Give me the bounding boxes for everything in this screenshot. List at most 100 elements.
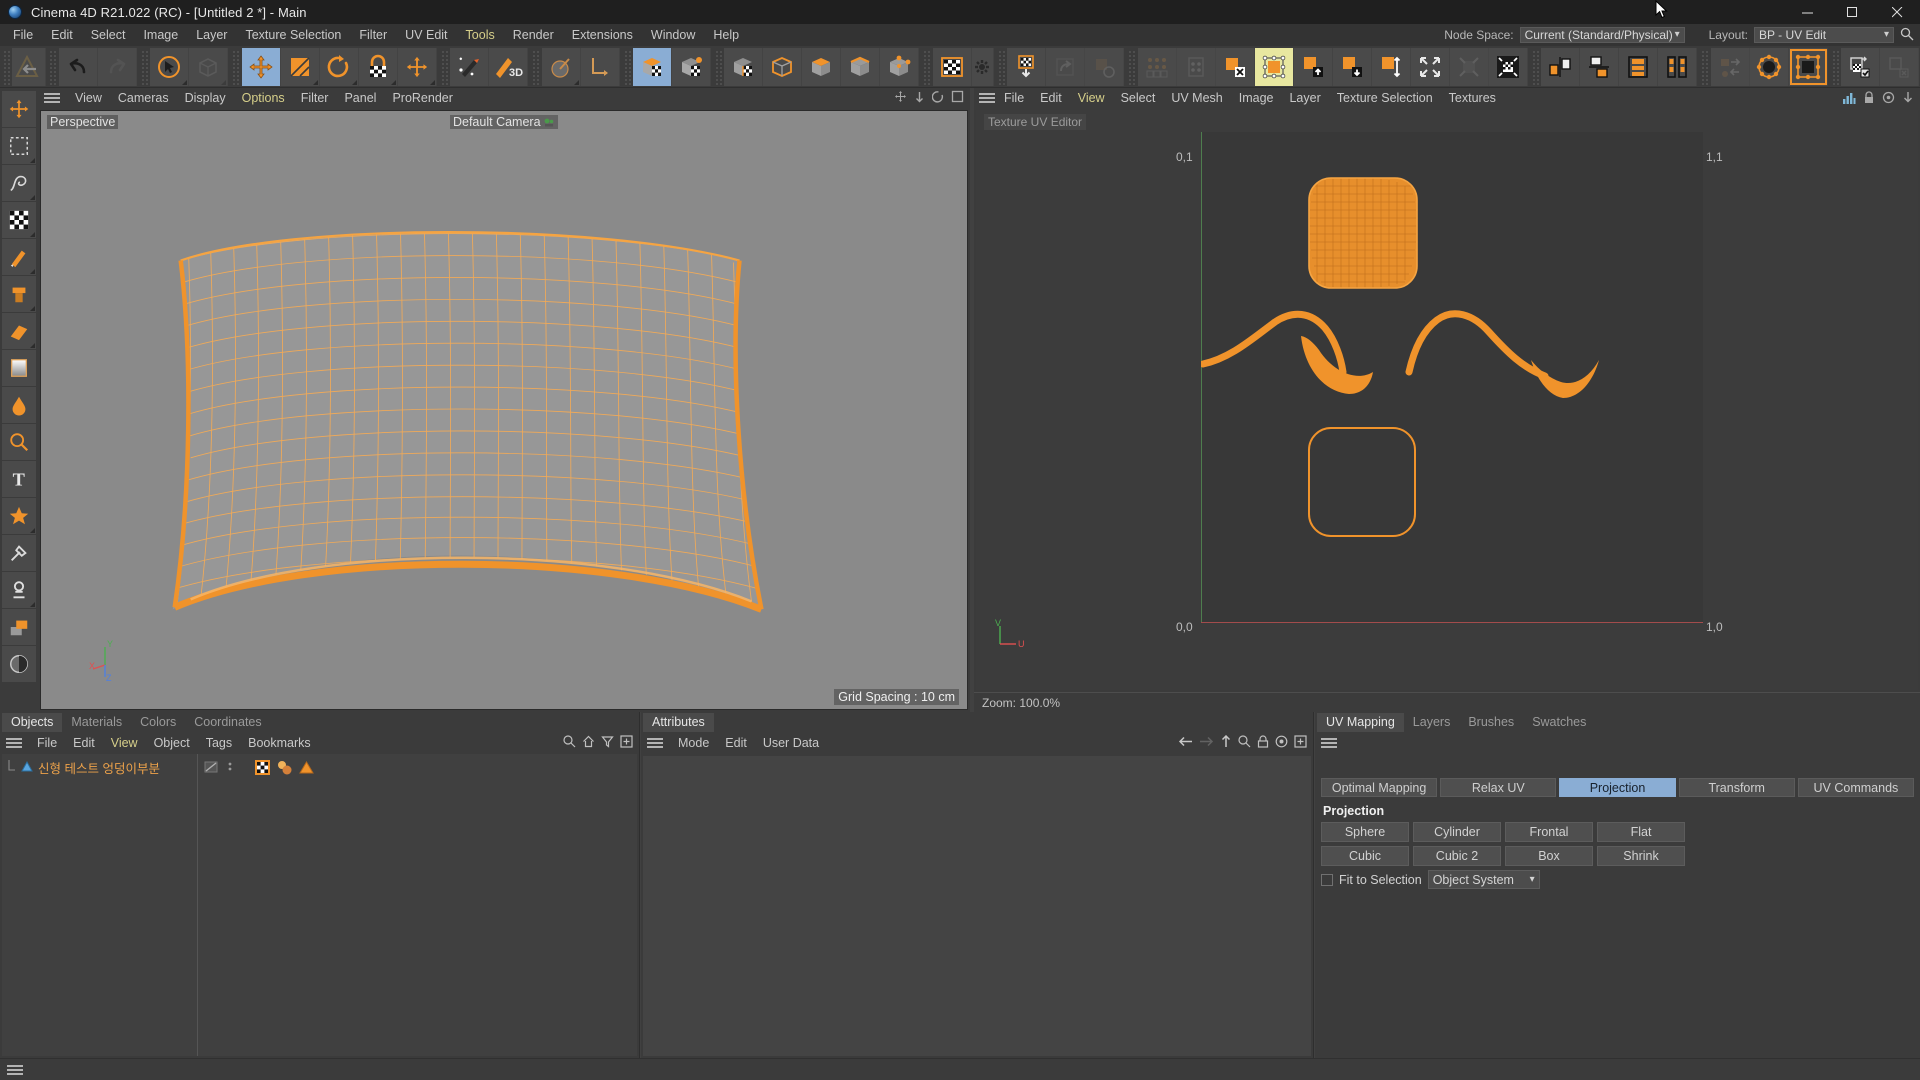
scale-view-icon[interactable] — [913, 90, 926, 106]
toolbar-grip[interactable] — [1127, 48, 1136, 85]
forward-arrow-icon[interactable] — [1199, 735, 1214, 751]
objects-menu-edit[interactable]: Edit — [65, 735, 103, 751]
move-tool-button[interactable] — [241, 47, 281, 86]
texture-view-button[interactable] — [932, 47, 972, 86]
uv-mapping-hamburger-icon[interactable] — [1320, 736, 1338, 750]
menu-filter[interactable]: Filter — [350, 24, 396, 46]
objects-tree[interactable]: 신형 테스트 엉덩이부분 — [2, 754, 637, 1056]
toolbar-grip[interactable] — [231, 48, 240, 85]
c4d-logo-button[interactable] — [12, 47, 47, 86]
distribute-h-button[interactable] — [1619, 47, 1659, 86]
fit-button[interactable] — [1488, 47, 1528, 86]
tab-colors[interactable]: Colors — [131, 713, 185, 732]
back-arrow-icon[interactable] — [1178, 735, 1193, 751]
mask-circle-button[interactable] — [2, 646, 36, 682]
menu-select[interactable]: Select — [82, 24, 135, 46]
uv-menu-texture-selection[interactable]: Texture Selection — [1329, 90, 1441, 106]
layer-tool-button[interactable] — [2, 609, 36, 645]
swap-uv-button[interactable] — [1710, 47, 1750, 86]
uv-point-button[interactable] — [802, 47, 842, 86]
menu-image[interactable]: Image — [134, 24, 187, 46]
filter-icon[interactable] — [601, 735, 614, 751]
attributes-menu-edit[interactable]: Edit — [717, 735, 755, 751]
move-up-button[interactable] — [1293, 47, 1333, 86]
uv-menu-textures[interactable]: Textures — [1441, 90, 1504, 106]
uv-menu-select[interactable]: Select — [1113, 90, 1164, 106]
objects-menu-tags[interactable]: Tags — [198, 735, 240, 751]
uv-menu-image[interactable]: Image — [1231, 90, 1282, 106]
cylinder-projection-button[interactable]: Cylinder — [1413, 822, 1501, 842]
toolbar-grip[interactable] — [622, 48, 632, 85]
toolbar-grip[interactable] — [1700, 48, 1709, 85]
plus-box-icon[interactable] — [620, 735, 633, 751]
tab-swatches[interactable]: Swatches — [1523, 713, 1595, 732]
segment-transform[interactable]: Transform — [1678, 778, 1795, 797]
layout-dropdown[interactable]: BP - UV Edit ▾ — [1754, 27, 1894, 43]
tab-brushes[interactable]: Brushes — [1459, 713, 1523, 732]
redo-uv-button[interactable] — [1046, 47, 1086, 86]
text-tool-button[interactable]: T — [2, 461, 36, 497]
live-selection-button[interactable] — [150, 47, 190, 86]
rotate-view-icon[interactable] — [931, 90, 945, 106]
viewport-menu-options[interactable]: Options — [234, 90, 293, 106]
lock-axis-button[interactable] — [358, 47, 398, 86]
uv-tag-icon[interactable] — [255, 759, 270, 775]
move-view-icon[interactable] — [894, 90, 907, 106]
attributes-menu-user-data[interactable]: User Data — [755, 735, 827, 751]
uv-menu-layer[interactable]: Layer — [1281, 90, 1328, 106]
table-row[interactable]: 신형 테스트 엉덩이부분 — [2, 757, 197, 777]
magic-wand-button[interactable] — [450, 47, 490, 86]
uv-mode-button[interactable] — [672, 47, 712, 86]
toolbar-grip[interactable] — [714, 48, 723, 85]
rect-uv-button[interactable] — [1788, 47, 1828, 86]
toolbar-grip[interactable] — [139, 48, 149, 85]
status-hamburger-icon[interactable] — [6, 1063, 24, 1077]
toolbar-grip[interactable] — [531, 48, 540, 85]
visibility-dots-icon[interactable] — [227, 760, 233, 774]
minimize-button[interactable] — [1785, 0, 1830, 24]
magnifier-button[interactable] — [2, 424, 36, 460]
objects-hamburger-icon[interactable] — [5, 736, 23, 750]
down-arrow-icon[interactable] — [1902, 91, 1914, 107]
tab-materials[interactable]: Materials — [62, 713, 131, 732]
viewport-menu-view[interactable]: View — [67, 90, 110, 106]
move-tool-left-button[interactable] — [2, 91, 36, 127]
toolbar-grip[interactable] — [1530, 48, 1540, 85]
search-icon[interactable] — [1900, 27, 1914, 44]
viewport-menu-panel[interactable]: Panel — [336, 90, 384, 106]
uv-menu-view[interactable]: View — [1070, 90, 1113, 106]
lasso-select-button[interactable] — [2, 165, 36, 201]
viewport-menu-display[interactable]: Display — [177, 90, 234, 106]
rotate-tool-button[interactable] — [319, 47, 359, 86]
tab-uv-mapping[interactable]: UV Mapping — [1317, 713, 1404, 732]
lock-icon[interactable] — [1257, 735, 1269, 751]
cubic2-projection-button[interactable]: Cubic 2 — [1413, 846, 1501, 866]
align-left-button[interactable] — [1541, 47, 1581, 86]
water-drop-button[interactable] — [2, 387, 36, 423]
star-tool-button[interactable] — [2, 498, 36, 534]
uv-canvas[interactable]: Texture UV Editor 0,1 1,1 0,0 1,0 V U — [976, 110, 1918, 690]
toolbar-grip[interactable] — [439, 48, 449, 85]
toolbar-grip[interactable] — [922, 48, 931, 85]
assign-tag-button[interactable] — [1841, 47, 1881, 86]
menu-tools[interactable]: Tools — [457, 24, 504, 46]
home-icon[interactable] — [582, 735, 595, 751]
shrink-button[interactable] — [1449, 47, 1489, 86]
menu-texture-selection[interactable]: Texture Selection — [236, 24, 350, 46]
world-axis-button[interactable] — [397, 47, 437, 86]
texture-settings-button[interactable] — [971, 47, 994, 86]
frontal-projection-button[interactable]: Frontal — [1505, 822, 1593, 842]
search-icon[interactable] — [1238, 735, 1251, 751]
menu-help[interactable]: Help — [704, 24, 748, 46]
attributes-menu-mode[interactable]: Mode — [670, 735, 717, 751]
move-down-button[interactable] — [1332, 47, 1372, 86]
select-list-button[interactable] — [1176, 47, 1216, 86]
menu-uv-edit[interactable]: UV Edit — [396, 24, 456, 46]
visibility-toggle-icon[interactable] — [204, 760, 220, 774]
eyedropper-button[interactable] — [2, 535, 36, 571]
gradient-button[interactable] — [2, 350, 36, 386]
render-view-button[interactable] — [541, 47, 581, 86]
tab-objects[interactable]: Objects — [2, 713, 63, 732]
target-icon[interactable] — [1275, 735, 1288, 751]
objects-menu-file[interactable]: File — [29, 735, 65, 751]
